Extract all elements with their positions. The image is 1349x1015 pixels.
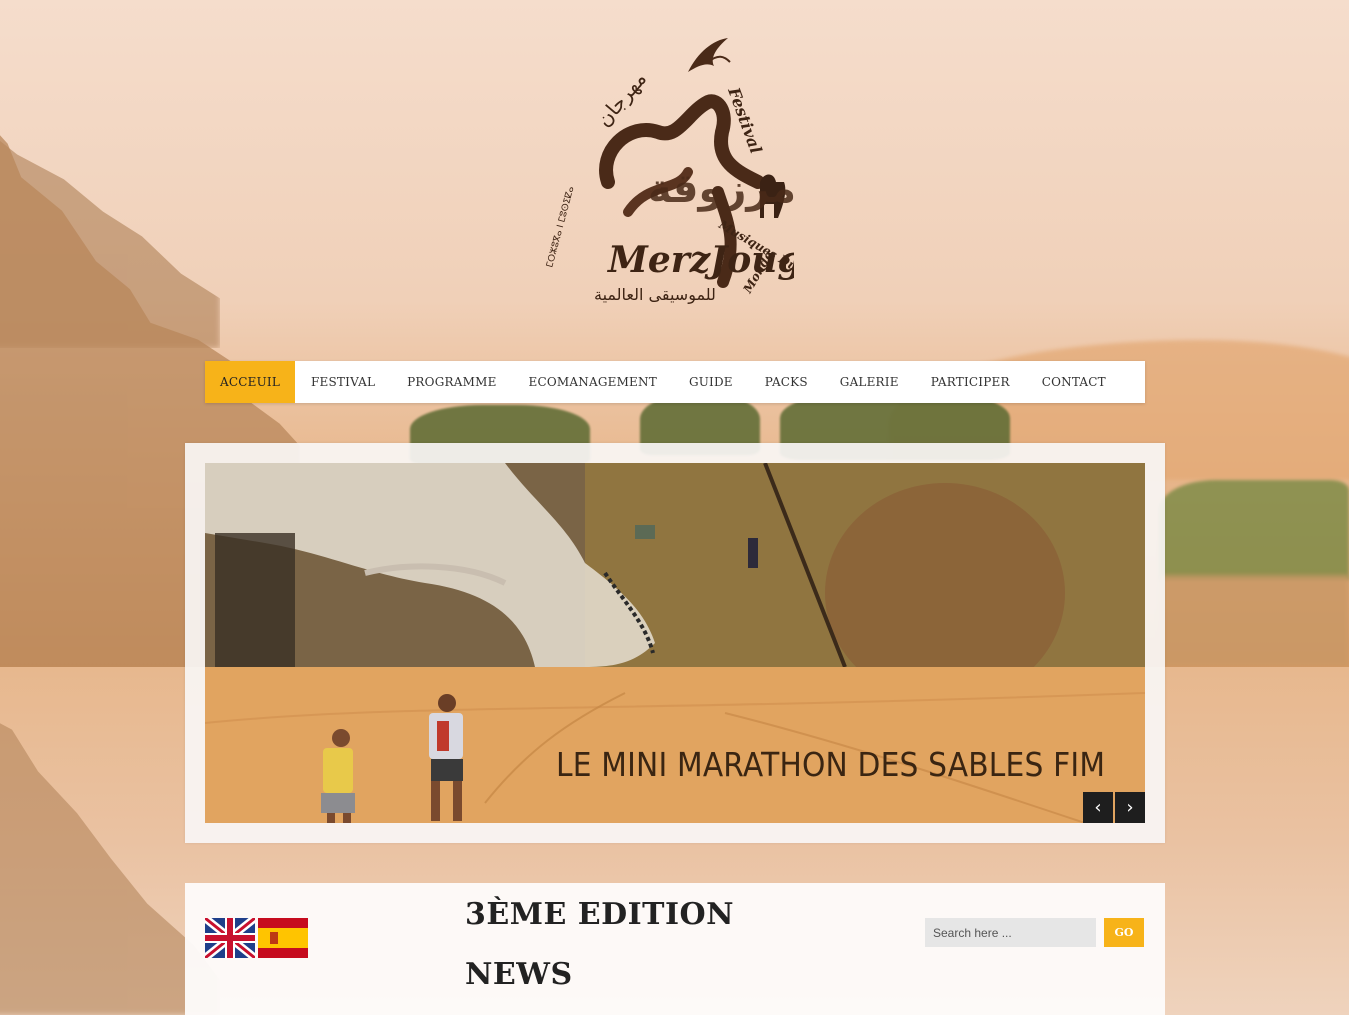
nav-item-participer[interactable]: PARTICIPER <box>915 361 1026 403</box>
nav-item-guide[interactable]: GUIDE <box>673 361 749 403</box>
nav-item-acceuil[interactable]: ACCEUIL <box>205 361 296 403</box>
festival-logo[interactable]: MerzJouga Festival Musiques Du Monde للم… <box>538 32 826 328</box>
search-input[interactable] <box>925 918 1096 947</box>
chevron-right-icon: › <box>1126 797 1134 818</box>
search-go-button[interactable]: GO <box>1104 918 1144 947</box>
nav-item-packs[interactable]: PACKS <box>749 361 824 403</box>
logo-arabic-title: مرزوقة <box>648 166 794 212</box>
nav-item-festival[interactable]: FESTIVAL <box>295 361 391 403</box>
slider-prev-button[interactable]: ‹ <box>1083 792 1113 823</box>
logo-arabic-sub: مهرجان <box>591 67 651 132</box>
slider-frame: LE MINI MARATHON DES SABLES FIM ‹ › <box>185 443 1165 843</box>
logo-arabic-bottom: للموسيقى العالمية <box>594 285 716 305</box>
spain-flag-icon[interactable] <box>258 918 308 958</box>
slider-next-button[interactable]: › <box>1115 792 1145 823</box>
chevron-left-icon: ‹ <box>1094 797 1102 818</box>
content-panel: 3ÈME EDITION NEWS GO <box>185 883 1165 1015</box>
slide-image: LE MINI MARATHON DES SABLES FIM ‹ › <box>205 463 1145 823</box>
slide-caption: LE MINI MARATHON DES SABLES FIM <box>555 745 1105 784</box>
news-heading: NEWS <box>465 957 573 992</box>
main-nav: ACCEUIL FESTIVAL PROGRAMME ECOMANAGEMENT… <box>205 361 1145 403</box>
nav-item-galerie[interactable]: GALERIE <box>824 361 915 403</box>
nav-item-contact[interactable]: CONTACT <box>1026 361 1122 403</box>
nav-item-programme[interactable]: PROGRAMME <box>391 361 512 403</box>
logo-tifinagh: ⵎⵔⵣⵓⴳⴰ ⵏ ⵎⵓⵙⵉⵇⴰ <box>545 185 576 269</box>
nav-item-ecomanagement[interactable]: ECOMANAGEMENT <box>513 361 673 403</box>
edition-heading: 3ÈME EDITION <box>465 897 735 932</box>
uk-flag-icon[interactable] <box>202 914 258 962</box>
